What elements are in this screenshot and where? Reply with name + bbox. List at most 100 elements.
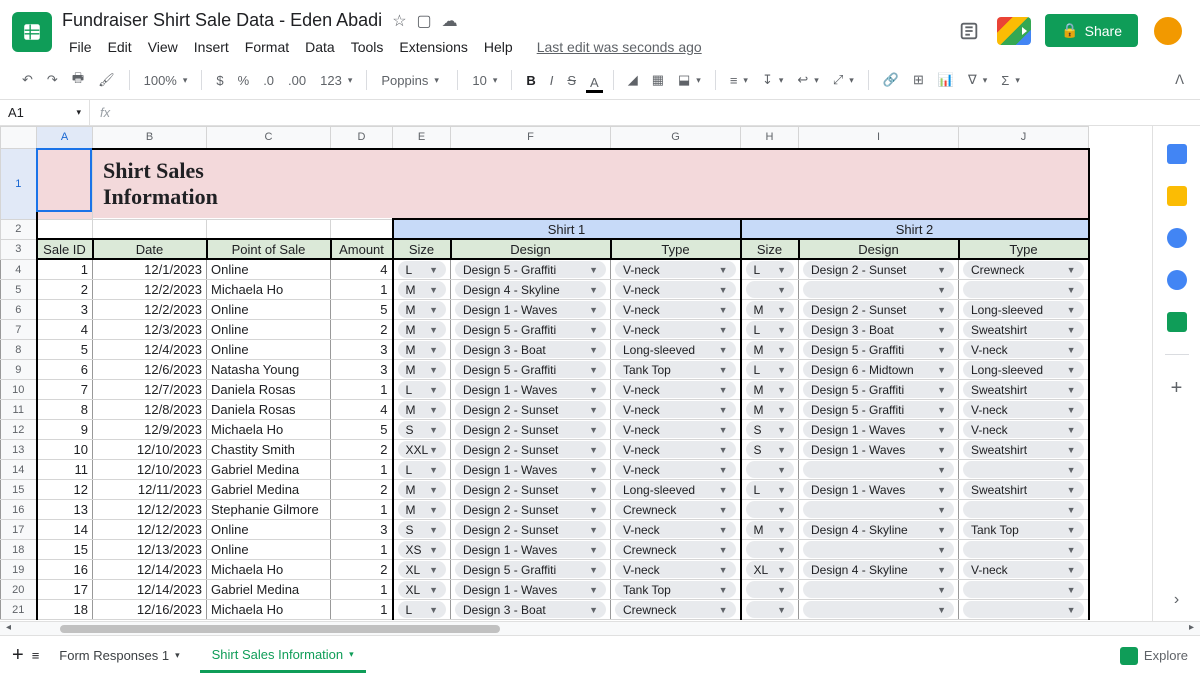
dropdown-pill[interactable]: M▼ [398,321,447,338]
dropdown-pill[interactable]: ▼ [963,541,1084,558]
wrap-button[interactable]: ↩ [793,68,822,92]
dropdown-pill[interactable]: L▼ [746,361,795,378]
dropdown-pill[interactable]: Design 1 - Waves▼ [803,421,954,438]
italic-button[interactable]: I [546,69,558,92]
row-header[interactable]: 19 [1,560,37,580]
row-header[interactable]: 18 [1,540,37,560]
dropdown-pill[interactable]: XL▼ [746,561,795,578]
row-header[interactable]: 1 [1,149,37,220]
functions-button[interactable]: Σ [997,69,1024,92]
dropdown-pill[interactable]: ▼ [803,581,954,598]
dropdown-pill[interactable]: M▼ [398,401,447,418]
dropdown-pill[interactable]: Design 5 - Graffiti▼ [803,381,954,398]
dropdown-pill[interactable]: M▼ [746,521,795,538]
dropdown-pill[interactable]: ▼ [746,281,795,298]
dropdown-pill[interactable]: V-neck▼ [963,401,1084,418]
dropdown-pill[interactable]: Tank Top▼ [615,361,736,378]
dropdown-pill[interactable]: Design 2 - Sunset▼ [455,441,606,458]
dropdown-pill[interactable]: ▼ [963,281,1084,298]
dropdown-pill[interactable]: V-neck▼ [615,401,736,418]
row-header[interactable]: 4 [1,259,37,280]
dropdown-pill[interactable]: XL▼ [398,561,447,578]
zoom-dropdown[interactable]: 100% [140,69,192,92]
dropdown-pill[interactable]: Design 3 - Boat▼ [803,321,954,338]
dropdown-pill[interactable]: V-neck▼ [963,421,1084,438]
chart-button[interactable]: 📊 [934,68,958,92]
dropdown-pill[interactable]: Design 5 - Graffiti▼ [455,321,606,338]
undo-button[interactable]: ↶ [18,68,37,92]
row-header[interactable]: 9 [1,360,37,380]
dropdown-pill[interactable]: Sweatshirt▼ [963,381,1084,398]
dropdown-pill[interactable]: Design 1 - Waves▼ [455,581,606,598]
cloud-icon[interactable]: ☁ [442,11,458,31]
dropdown-pill[interactable]: Crewneck▼ [963,261,1084,278]
dropdown-pill[interactable]: M▼ [398,361,447,378]
dropdown-pill[interactable]: Design 1 - Waves▼ [803,481,954,498]
dropdown-pill[interactable]: Design 2 - Sunset▼ [455,521,606,538]
menu-insert[interactable]: Insert [187,35,236,59]
decrease-decimal-button[interactable]: .0 [259,69,278,92]
avatar[interactable] [1152,15,1184,47]
row-header[interactable]: 11 [1,400,37,420]
dropdown-pill[interactable]: Design 1 - Waves▼ [455,381,606,398]
dropdown-pill[interactable]: ▼ [803,501,954,518]
row-header[interactable]: 10 [1,380,37,400]
paint-format-button[interactable]: 🖌 [94,68,119,92]
row-header[interactable]: 6 [1,300,37,320]
row-header[interactable]: 2 [1,219,37,239]
row-header[interactable]: 7 [1,320,37,340]
dropdown-pill[interactable]: Design 5 - Graffiti▼ [455,261,606,278]
dropdown-pill[interactable]: Design 5 - Graffiti▼ [803,341,954,358]
dropdown-pill[interactable]: Design 4 - Skyline▼ [803,521,954,538]
valign-button[interactable]: ↧ [758,68,787,92]
menu-tools[interactable]: Tools [344,35,391,59]
sheets-logo[interactable] [12,12,52,52]
menu-data[interactable]: Data [298,35,342,59]
dropdown-pill[interactable]: Design 1 - Waves▼ [455,541,606,558]
spreadsheet-grid[interactable]: ABCDEFGHIJ 1Shirt SalesInformation2Shirt… [0,126,1152,621]
fill-color-button[interactable]: ◢ [624,68,642,92]
dropdown-pill[interactable]: ▼ [963,461,1084,478]
share-button[interactable]: 🔒Share [1045,14,1138,47]
dropdown-pill[interactable]: V-neck▼ [615,561,736,578]
star-icon[interactable]: ☆ [392,11,406,31]
dropdown-pill[interactable]: V-neck▼ [963,561,1084,578]
explore-button[interactable]: Explore [1120,647,1188,665]
dropdown-pill[interactable]: Sweatshirt▼ [963,481,1084,498]
title-cell[interactable]: Shirt SalesInformation [93,149,1089,220]
dropdown-pill[interactable]: Design 5 - Graffiti▼ [803,401,954,418]
dropdown-pill[interactable]: Design 2 - Sunset▼ [803,261,954,278]
dropdown-pill[interactable]: M▼ [746,401,795,418]
calendar-icon[interactable] [1167,144,1187,164]
dropdown-pill[interactable]: V-neck▼ [615,521,736,538]
dropdown-pill[interactable]: Design 5 - Graffiti▼ [455,361,606,378]
filter-button[interactable]: ∇ [964,68,991,92]
menu-view[interactable]: View [141,35,185,59]
dropdown-pill[interactable]: S▼ [398,521,447,538]
dropdown-pill[interactable]: XL▼ [398,581,447,598]
row-header[interactable]: 13 [1,440,37,460]
dropdown-pill[interactable]: L▼ [746,261,795,278]
keep-icon[interactable] [1167,186,1187,206]
dropdown-pill[interactable]: ▼ [963,601,1084,618]
dropdown-pill[interactable]: M▼ [398,281,447,298]
redo-button[interactable]: ↷ [43,68,62,92]
col-header[interactable]: A [37,127,93,149]
dropdown-pill[interactable]: L▼ [398,381,447,398]
dropdown-pill[interactable]: V-neck▼ [615,321,736,338]
col-header[interactable]: I [799,127,959,149]
col-header[interactable]: B [93,127,207,149]
dropdown-pill[interactable]: V-neck▼ [615,381,736,398]
history-icon[interactable] [955,17,983,45]
percent-button[interactable]: % [234,69,254,92]
dropdown-pill[interactable]: Crewneck▼ [615,601,736,618]
dropdown-pill[interactable]: Sweatshirt▼ [963,321,1084,338]
dropdown-pill[interactable]: L▼ [398,601,447,618]
dropdown-pill[interactable]: Tank Top▼ [963,521,1084,538]
row-header[interactable]: 14 [1,460,37,480]
dropdown-pill[interactable]: L▼ [746,321,795,338]
dropdown-pill[interactable]: Design 2 - Sunset▼ [455,501,606,518]
dropdown-pill[interactable]: ▼ [963,501,1084,518]
name-box[interactable]: A1▾ [0,100,90,125]
tab-shirt-sales[interactable]: Shirt Sales Information▾ [200,639,366,673]
